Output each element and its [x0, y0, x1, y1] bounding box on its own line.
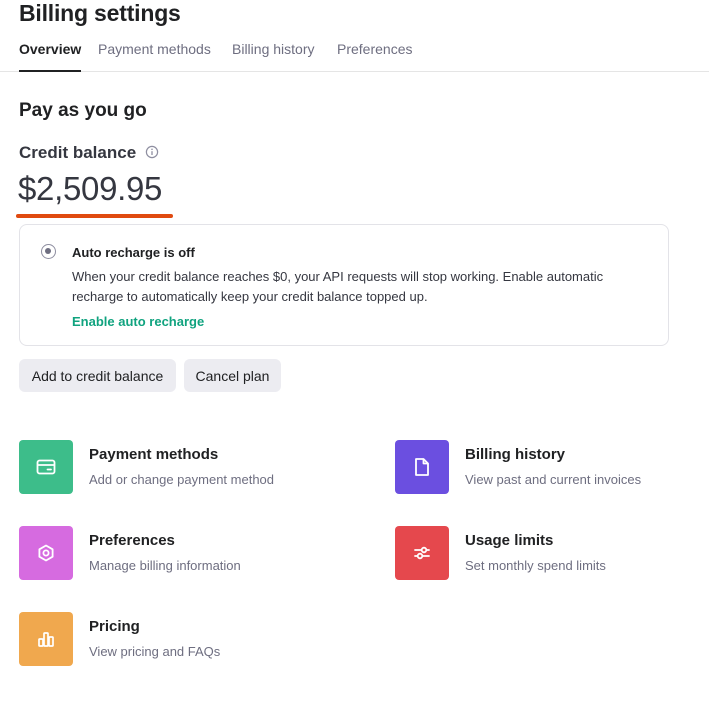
credit-balance-amount: $2,509.95 — [18, 170, 163, 207]
card-title: Usage limits — [465, 532, 554, 549]
tab-preferences[interactable]: Preferences — [337, 41, 412, 72]
balance-highlight-underline — [16, 214, 173, 218]
card-title: Preferences — [89, 532, 175, 549]
card-subtitle: View pricing and FAQs — [89, 644, 221, 659]
info-icon[interactable] — [145, 145, 159, 159]
tab-overview[interactable]: Overview — [19, 41, 82, 72]
card-billing-history[interactable]: Billing history View past and current in… — [395, 440, 695, 496]
card-icon-tile — [395, 440, 449, 494]
gear-icon — [38, 544, 54, 562]
card-subtitle: Set monthly spend limits — [465, 558, 606, 573]
cancel-plan-button[interactable]: Cancel plan — [184, 359, 281, 392]
auto-recharge-panel: Auto recharge is off When your credit ba… — [19, 224, 669, 346]
tab-payment-methods[interactable]: Payment methods — [98, 41, 211, 72]
credit-balance-label: Credit balance — [19, 143, 137, 162]
plan-title: Pay as you go — [19, 100, 147, 121]
auto-recharge-status-radio — [41, 244, 56, 259]
page-title: Billing settings — [19, 0, 181, 26]
auto-recharge-title: Auto recharge is off — [72, 245, 195, 260]
card-title: Pricing — [89, 618, 140, 635]
card-pricing[interactable]: Pricing View pricing and FAQs — [19, 612, 319, 668]
card-title: Billing history — [465, 446, 566, 463]
card-icon-tile — [19, 612, 73, 666]
sliders-icon — [414, 546, 430, 560]
billing-settings-page: Billing settings Overview Payment method… — [0, 0, 709, 706]
enable-auto-recharge-link[interactable]: Enable auto recharge — [72, 314, 204, 329]
card-title: Payment methods — [89, 446, 219, 463]
card-icon-tile — [19, 440, 73, 494]
card-icon-tile — [395, 526, 449, 580]
document-icon — [415, 458, 429, 476]
card-icon-tile — [19, 526, 73, 580]
card-preferences[interactable]: Preferences Manage billing information — [19, 526, 319, 582]
add-to-credit-balance-button[interactable]: Add to credit balance — [19, 359, 176, 392]
credit-card-icon — [36, 459, 56, 475]
tab-billing-history[interactable]: Billing history — [232, 41, 314, 72]
auto-recharge-description: When your credit balance reaches $0, you… — [72, 269, 604, 304]
card-usage-limits[interactable]: Usage limits Set monthly spend limits — [395, 526, 695, 582]
tab-bar: Overview Payment methods Billing history… — [0, 36, 709, 72]
card-payment-methods[interactable]: Payment methods Add or change payment me… — [19, 440, 319, 496]
bar-chart-icon — [38, 632, 54, 647]
card-subtitle: Manage billing information — [89, 558, 241, 573]
card-subtitle: Add or change payment method — [89, 472, 275, 487]
card-subtitle: View past and current invoices — [465, 472, 642, 487]
